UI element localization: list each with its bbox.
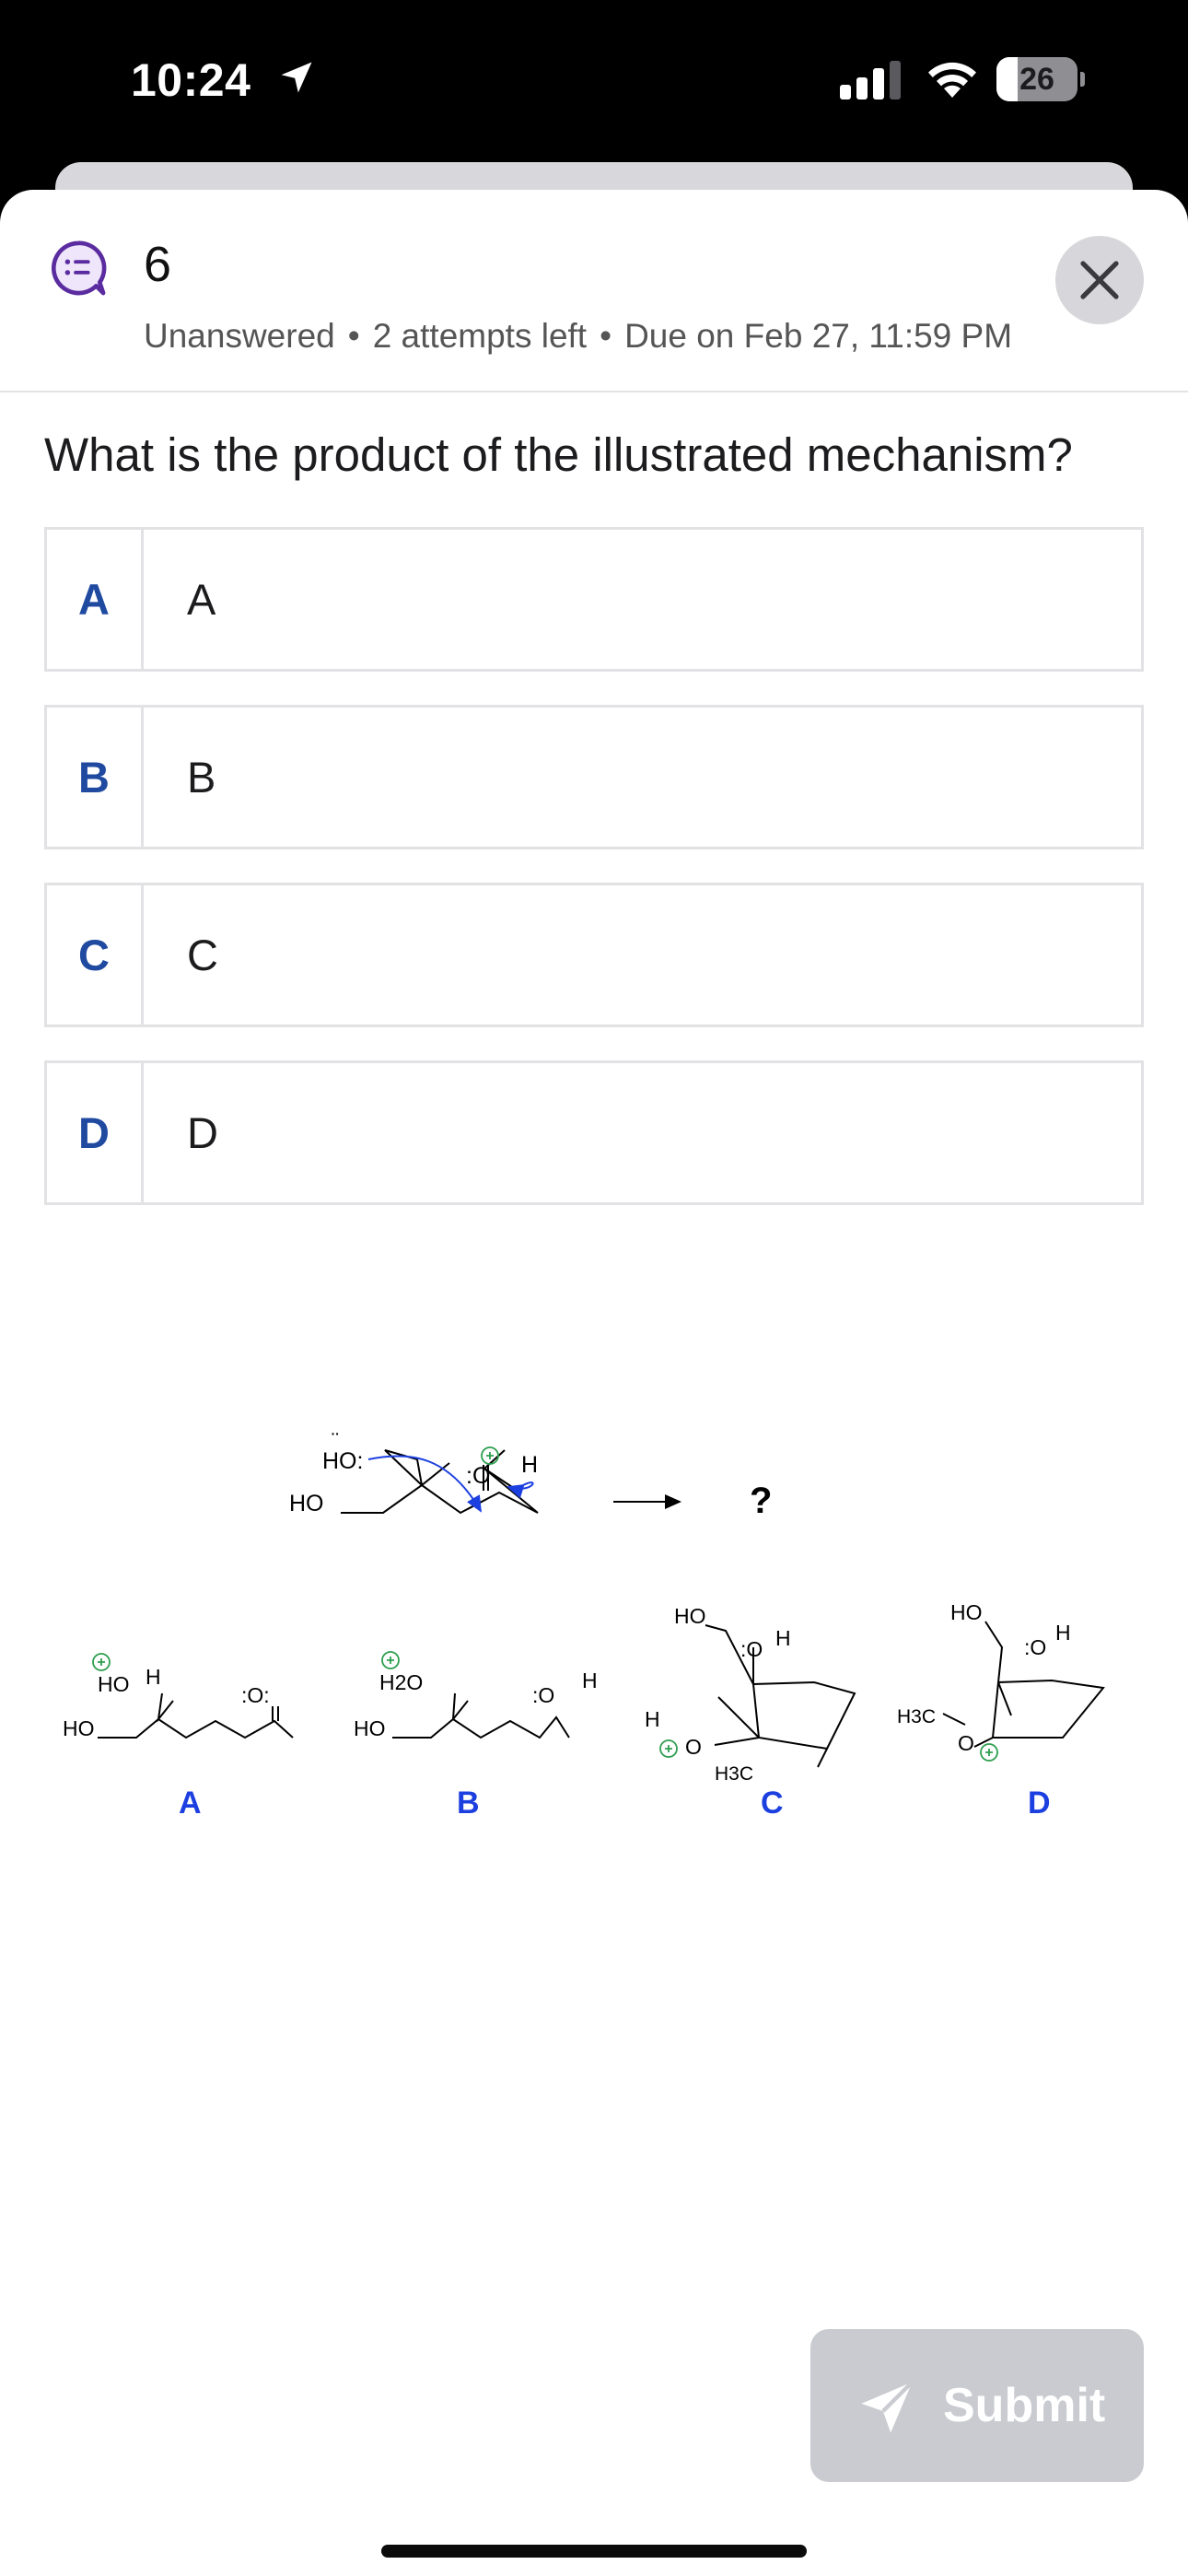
status-bar: 10:24 26 [0,0,1188,175]
reactant-oxonium-label: :O [466,1463,490,1489]
choice-d-label: D [1028,1786,1051,1821]
option-a[interactable]: A A [44,527,1144,672]
battery-icon: 26 [996,57,1085,101]
send-icon [861,2380,914,2433]
question-number: 6 [144,237,172,292]
choice-d-structure: HO :O H H3C O [897,1600,1105,1762]
choice-d-h: H [1055,1621,1071,1645]
choice-b-ho: HO [354,1716,386,1740]
choice-c-oxygen: :O [740,1637,763,1661]
choice-a-ho-upper: HO [98,1672,130,1696]
option-letter: C [47,885,144,1025]
wifi-icon [928,62,976,98]
choice-b-label: B [457,1786,480,1821]
answer-options: A A B B C C D D [44,527,1144,1238]
option-label: C [187,931,218,979]
question-sheet: 6 Unanswered • 2 attempts left • Due on Feb … [0,190,1188,2576]
option-label: D [187,1108,218,1157]
option-label: A [187,575,216,624]
reactant-ho-label: HO [289,1491,324,1516]
question-prompt: What is the product of the illustrated m… [44,428,1073,481]
reactant-hydroxyl-label: HO: [322,1448,363,1474]
choice-b-structure: HO H2O :O H [354,1651,598,1740]
product-question-mark: ? [750,1481,772,1521]
choice-c-ring-oxygen: O [685,1735,702,1759]
question-meta: Unanswered • 2 attempts left • Due on Feb 27… [144,317,1012,356]
choice-a-ho-lower: HO [63,1716,95,1740]
option-label: B [187,753,216,802]
reactant-h-label: H [521,1452,538,1478]
choice-b-water: H2O [379,1670,423,1694]
due-date: Due on Feb 27, 11:59 PM [624,317,1013,355]
choice-b-oxygen: :O [532,1683,554,1707]
choice-c-h-lower: H [645,1707,660,1731]
choice-c-methyl: H3C [715,1763,753,1785]
question-list-icon [51,240,107,296]
answer-status: Unanswered [144,317,335,355]
choice-d-oxygen: :O [1024,1635,1046,1659]
choice-c-label: C [761,1786,784,1821]
choice-c-structure: HO :O H H O H3C [645,1604,856,1785]
status-time: 10:24 [131,54,251,106]
option-c[interactable]: C C [44,883,1144,1027]
choice-d-ring-oxygen: O [958,1731,974,1755]
choice-a-label: A [179,1786,202,1821]
option-d[interactable]: D D [44,1060,1144,1205]
choice-a-structure: HO HO H :O: [63,1653,294,1740]
separator-dot: • [600,317,612,355]
battery-cap [1080,72,1085,87]
option-letter: D [47,1063,144,1202]
question-header: 6 Unanswered • 2 attempts left • Due on Feb … [0,190,1188,392]
choice-c-h-upper: H [775,1626,791,1650]
cellular-signal-icon [840,61,901,100]
submit-button[interactable]: Submit [810,2329,1144,2482]
submit-label: Submit [943,2379,1106,2432]
mechanism-figure: HO HO: ¨ :O H ? HO HO H :O: A HO H2O:O … [63,1429,1105,1821]
reactant-structure: HO HO: ¨ :O H [289,1429,539,1516]
close-button[interactable] [1055,236,1144,324]
close-icon [1080,261,1119,299]
home-indicator[interactable] [381,2545,807,2558]
choice-c-ho: HO [674,1604,706,1628]
choice-b-h: H [582,1669,598,1692]
choice-d-methyl: H3C [897,1706,936,1727]
location-arrow-icon [281,62,312,93]
choice-a-h: H [146,1665,161,1689]
option-letter: A [47,530,144,669]
choice-a-carbonyl: :O: [241,1683,270,1707]
attempts-left: 2 attempts left [372,317,588,355]
option-letter: B [47,708,144,847]
svg-text:¨: ¨ [332,1429,339,1454]
option-b[interactable]: B B [44,705,1144,849]
choice-d-ho: HO [950,1600,983,1624]
battery-level: 26 [1019,62,1054,97]
separator-dot: • [347,317,360,355]
